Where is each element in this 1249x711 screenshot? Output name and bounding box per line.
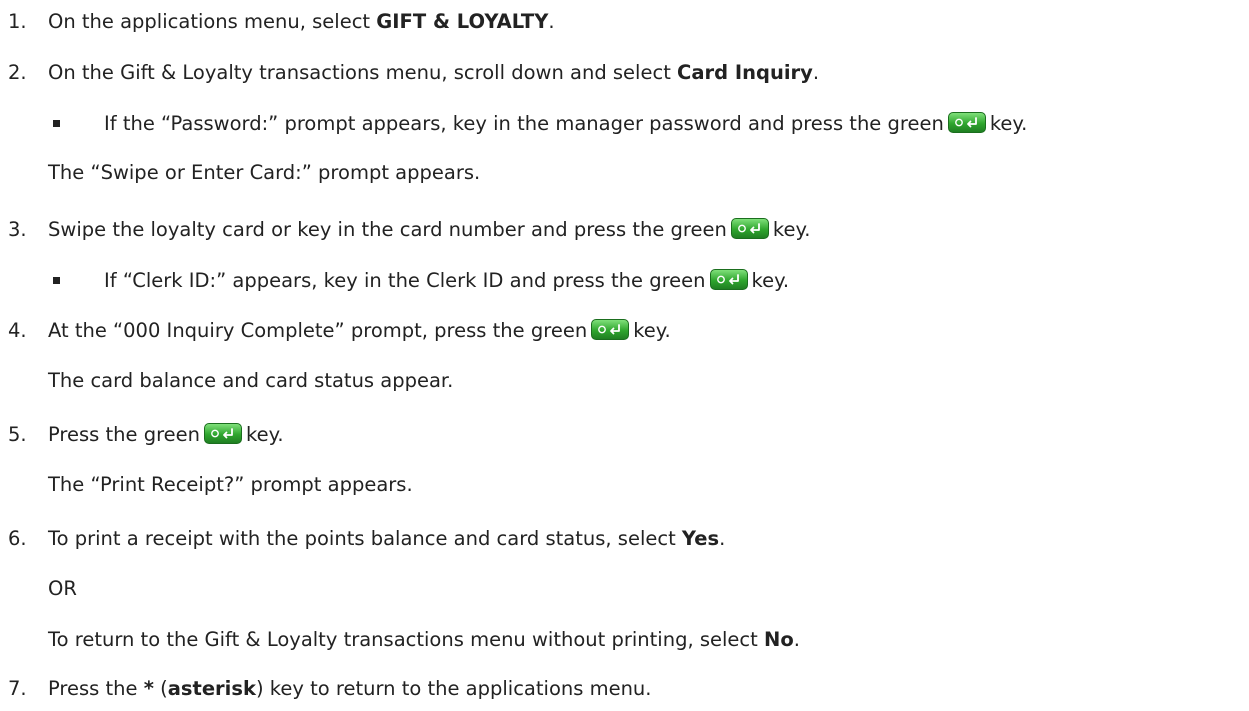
- step-number: 2.: [8, 61, 27, 84]
- note-text: The card balance and card status appear.: [48, 369, 454, 392]
- bullet-marker: [53, 277, 60, 284]
- note-text: OR: [48, 577, 77, 600]
- green-enter-key-icon: [204, 423, 243, 444]
- step-number: 7.: [8, 677, 27, 700]
- bullet-text: If “Clerk ID:” appears, key in the Clerk…: [104, 269, 790, 292]
- green-enter-key-icon: [709, 269, 748, 290]
- step-text: Press the green key.: [48, 423, 284, 446]
- step-text: Swipe the loyalty card or key in the car…: [48, 218, 811, 241]
- step-number: 5.: [8, 423, 27, 446]
- note-text: The “Print Receipt?” prompt appears.: [48, 473, 413, 496]
- instruction-document: 1. On the applications menu, select GIFT…: [0, 0, 1249, 711]
- step-text: On the Gift & Loyalty transactions menu,…: [48, 61, 820, 84]
- green-enter-key-icon: [591, 319, 630, 340]
- step-number: 6.: [8, 527, 27, 550]
- step-number: 3.: [8, 218, 27, 241]
- step-number: 4.: [8, 319, 27, 342]
- step-text: To print a receipt with the points balan…: [48, 527, 726, 550]
- note-text: The “Swipe or Enter Card:” prompt appear…: [48, 161, 481, 184]
- green-enter-key-icon: [947, 112, 986, 133]
- bullet-marker: [53, 120, 60, 127]
- step-number: 1.: [8, 10, 27, 33]
- green-enter-key-icon: [730, 218, 769, 239]
- step-text: At the “000 Inquiry Complete” prompt, pr…: [48, 319, 671, 342]
- bullet-text: If the “Password:” prompt appears, key i…: [104, 112, 1028, 135]
- step-text: Press the * (asterisk) key to return to …: [48, 677, 652, 700]
- step-text: On the applications menu, select GIFT & …: [48, 10, 555, 33]
- step-text: To return to the Gift & Loyalty transact…: [48, 628, 800, 651]
